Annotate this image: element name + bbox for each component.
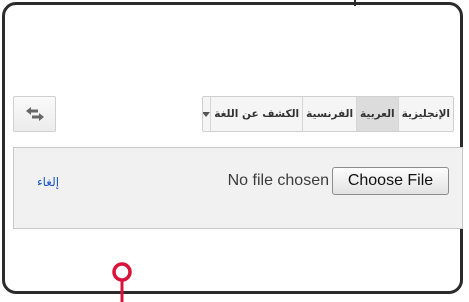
file-status-text: No file chosen [227,172,329,189]
source-language-bar: الإنجليزية العربية الفرنسية الكشف عن الل… [202,96,454,132]
choose-file-button[interactable]: Choose File [332,167,449,195]
frame-notch [354,0,356,6]
chevron-down-icon [203,111,211,117]
lang-french[interactable]: الفرنسية [302,97,356,131]
map-pin-icon [112,262,132,302]
cancel-link[interactable]: إلغاء [37,175,59,189]
swap-arrows-icon [25,107,44,121]
file-upload-panel: إلغاء No file chosen Choose File [13,147,463,229]
lang-arabic[interactable]: العربية [356,97,398,131]
lang-detect[interactable]: الكشف عن اللغة [210,97,302,131]
swap-languages-button[interactable] [13,96,56,132]
lang-english[interactable]: الإنجليزية [397,97,453,131]
language-dropdown-button[interactable] [203,97,211,131]
